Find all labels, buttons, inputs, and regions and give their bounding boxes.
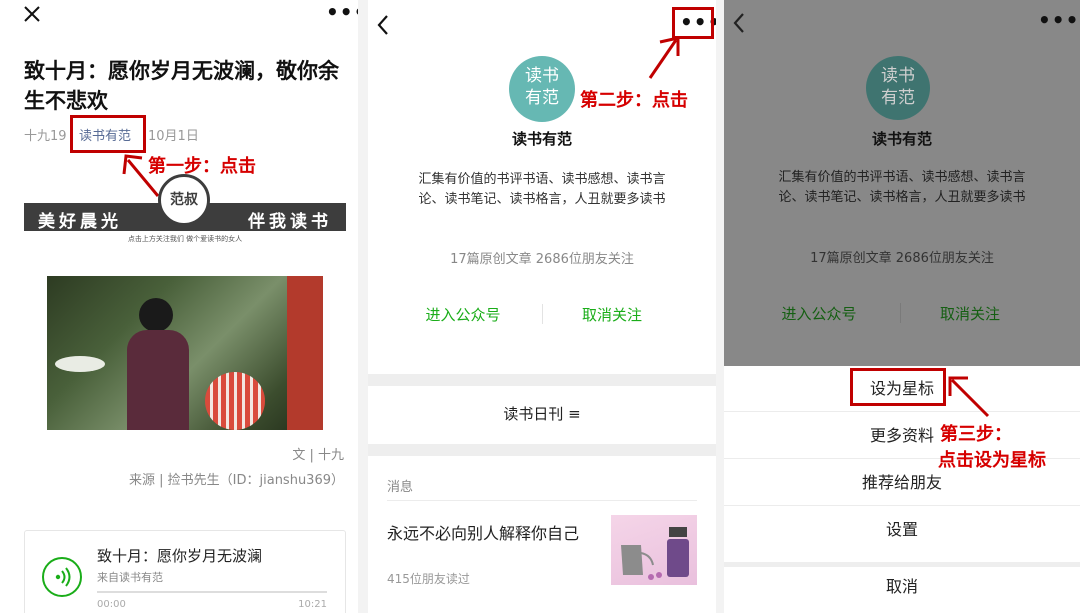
article-topbar: ••• [0, 0, 358, 36]
message-reads: 415位朋友读过 [387, 572, 470, 586]
article-credit: 文 | 十九 [292, 448, 344, 463]
account-description: 汇集有价值的书评书语、读书感想、读书言论、读书笔记、读书格言，人丑就要多读书 [778, 170, 1026, 205]
step-one-label: 第一步：点击 [148, 156, 256, 177]
more-icon: ••• [1038, 8, 1080, 32]
article-photo [47, 276, 323, 430]
audio-source: 来自读书有范 [97, 571, 163, 584]
account-logo: 读书 有范 [866, 56, 930, 120]
enter-account-button: 进入公众号 [781, 305, 857, 323]
logo-text-line1: 读书 [881, 66, 915, 86]
audio-end-time: 10:21 [298, 599, 327, 610]
daily-menu-tab[interactable]: 读书日刊 ≡ [368, 403, 716, 424]
back-icon [733, 13, 744, 33]
unfollow-button: 取消关注 [939, 305, 1000, 323]
enter-account-button[interactable]: 进入公众号 [408, 304, 518, 325]
button-divider [900, 303, 901, 323]
arrow-icon [648, 36, 680, 79]
more-icon[interactable]: ••• [326, 2, 358, 22]
highlight-box [850, 368, 946, 406]
account-description: 汇集有价值的书评书语、读书感想、读书言论、读书笔记、读书格言，人丑就要多读书 [418, 172, 666, 207]
account-name: 读书有范 [871, 130, 932, 148]
audio-progress[interactable] [97, 591, 327, 593]
message-title[interactable]: 永远不必向别人解释你自己 [387, 520, 579, 544]
account-panel: ••• 第二步：点击 读书 有范 读书有范 汇集有价值的书评书语、读书感想、读书… [368, 0, 716, 613]
settings-button[interactable]: 设置 [724, 507, 1080, 557]
article-panel: ••• 致十月：愿你岁月无波澜，敬你余生不悲欢 十九19 读书有范 10月1日 … [0, 0, 358, 613]
article-date: 10月1日 [148, 129, 199, 144]
divider [387, 500, 697, 501]
audio-times: 00:00 10:21 [97, 599, 327, 610]
messages-section-label: 消息 [387, 480, 414, 495]
section-gap [368, 374, 716, 386]
step-three-label: 第三步： [940, 424, 1012, 445]
panel-divider [716, 0, 724, 613]
step-three-detail: 点击设为星标 [938, 450, 1046, 471]
logo-text-line1: 读书 [525, 66, 559, 86]
unfollow-button[interactable]: 取消关注 [562, 304, 662, 325]
step-two-label: 第二步：点击 [580, 90, 688, 111]
logo-text-line2: 有范 [525, 88, 559, 108]
arrow-icon [948, 376, 990, 418]
banner-subtitle: 点击上方关注我们 做个爱读书的女人 [127, 235, 243, 243]
section-gap [368, 444, 716, 456]
banner-left-text: 美好晨光 [38, 212, 122, 232]
banner-logo: 范叔 [158, 174, 210, 226]
dimmed-overlay[interactable]: ••• 读书 有范 读书有范 汇集有价值的书评书语、读书感想、读书言论、读书笔记… [724, 0, 1080, 366]
account-name: 读书有范 [511, 130, 572, 148]
panel-divider [358, 0, 368, 613]
close-icon[interactable] [22, 4, 42, 24]
account-stats: 17篇原创文章 2686位朋友关注 [810, 251, 994, 266]
article-title: 致十月：愿你岁月无波澜，敬你余生不悲欢 [24, 59, 339, 113]
article-source: 来源 | 捡书先生（ID：jianshu369） [129, 473, 344, 488]
highlight-box [70, 115, 146, 153]
account-stats: 17篇原创文章 2686位朋友关注 [450, 252, 634, 267]
cancel-button[interactable]: 取消 [724, 562, 1080, 613]
button-divider [542, 304, 543, 324]
audio-card[interactable]: 致十月：愿你岁月无波澜 来自读书有范 00:00 10:21 [24, 530, 346, 613]
back-icon[interactable] [376, 14, 390, 36]
audio-start-time: 00:00 [97, 599, 126, 610]
logo-text-line2: 有范 [881, 88, 915, 108]
account-logo: 读书 有范 [509, 56, 575, 122]
account-menu-panel: ••• 读书 有范 读书有范 汇集有价值的书评书语、读书感想、读书言论、读书笔记… [724, 0, 1080, 613]
banner-right-text: 伴我读书 [248, 212, 332, 232]
message-thumbnail[interactable] [611, 515, 697, 585]
article-meta-prefix: 十九19 [24, 129, 67, 144]
audio-play-icon[interactable] [42, 557, 82, 597]
audio-title: 致十月：愿你岁月无波澜 [97, 547, 263, 565]
